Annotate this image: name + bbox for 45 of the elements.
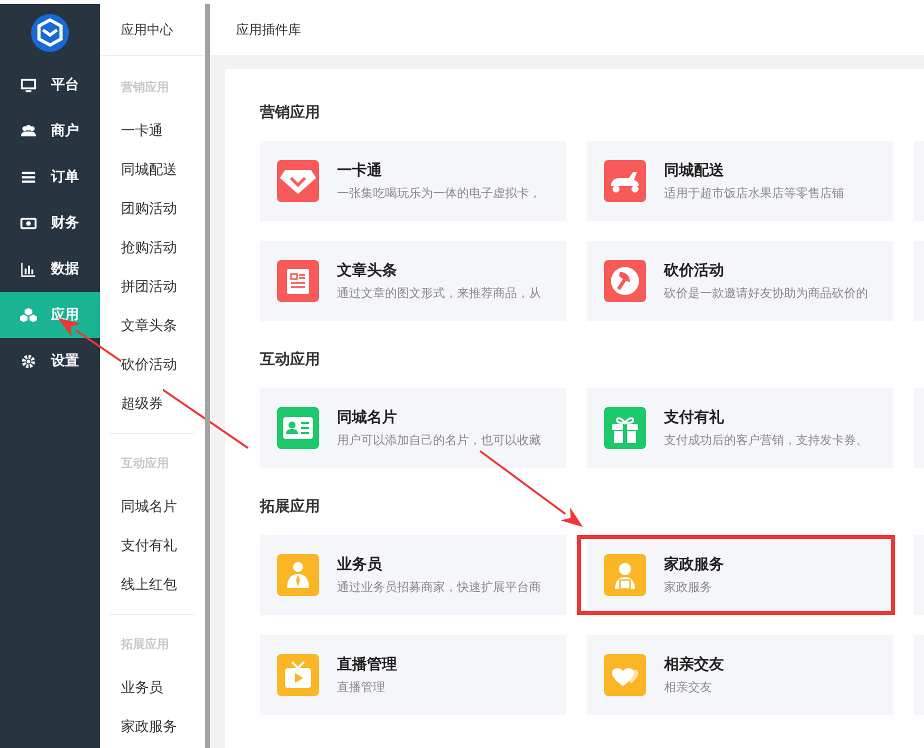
card-description: 支付成功后的客户营销，支持发卡券、 [664, 432, 868, 448]
plugin-card[interactable]: 同城名片 用户可以添加自己的名片，也可以收藏 [260, 388, 566, 468]
plugin-card[interactable]: 直播管理 直播管理 [260, 635, 566, 715]
cubes-icon [20, 306, 37, 324]
card-description: 一张集吃喝玩乐为一体的电子虚拟卡， [337, 184, 541, 202]
plugin-card[interactable]: 砍价活动 砍价是一款邀请好友协助为商品砍价的 [587, 241, 893, 321]
card-title: 家政服务 [664, 554, 724, 574]
card-description: 砍价是一款邀请好友协助为商品砍价的 [664, 284, 868, 302]
monitor-icon [20, 76, 37, 94]
card-description: 通过业务员招募商家，快速扩展平台商 [337, 578, 541, 596]
plugin-card[interactable]: 相亲交友 相亲交友 [587, 635, 893, 715]
submenu-title: 应用中心 [100, 4, 205, 56]
nav-item[interactable]: 商户 [0, 108, 100, 154]
nav-item[interactable]: 数据 [0, 246, 100, 292]
card-description: 直播管理 [337, 678, 386, 696]
card-title: 同城名片 [337, 408, 398, 428]
nav-item[interactable]: 平台 [0, 62, 100, 108]
card-title: 业务员 [337, 554, 383, 574]
section-title: 拓展应用 [260, 497, 320, 517]
logo-icon [30, 13, 70, 53]
nav-item[interactable]: 订单 [0, 154, 100, 200]
nav-item[interactable]: 设置 [0, 338, 100, 384]
plugin-card[interactable]: 同城配送 适用于超市饭店水果店等零售店铺 [587, 141, 893, 221]
card-title: 同城配送 [664, 160, 725, 180]
plugin-card[interactable]: 一卡通 一张集吃喝玩乐为一体的电子虚拟卡， [260, 141, 566, 221]
card-description: 家政服务 [664, 578, 713, 596]
section-title: 营销应用 [260, 103, 320, 123]
plugin-card[interactable]: 支付有礼 支付成功后的客户营销，支持发卡券、 [587, 388, 893, 468]
bar-chart-icon [20, 260, 37, 278]
card-title: 相亲交友 [664, 654, 724, 674]
plugin-card[interactable]: 业务员 通过业务员招募商家，快速扩展平台商 [260, 535, 566, 615]
nav-item[interactable]: 财务 [0, 200, 100, 246]
card-description: 适用于超市饭店水果店等零售店铺 [664, 184, 844, 202]
card-description: 用户可以添加自己的名片，也可以收藏 [337, 432, 541, 448]
page-title: 应用插件库 [210, 4, 924, 55]
plugin-card[interactable]: 文章头条 通过文章的图文形式，来推荐商品，从 [260, 241, 566, 321]
card-title: 一卡通 [337, 160, 383, 180]
card-title: 支付有礼 [664, 408, 725, 428]
card-title: 直播管理 [337, 654, 397, 674]
card-description: 相亲交友 [664, 678, 713, 696]
card-title: 砍价活动 [664, 260, 725, 280]
card-description: 通过文章的图文形式，来推荐商品，从 [337, 284, 541, 302]
card-title: 文章头条 [337, 260, 398, 280]
section-title: 互动应用 [260, 350, 320, 370]
gear-icon [20, 352, 37, 370]
